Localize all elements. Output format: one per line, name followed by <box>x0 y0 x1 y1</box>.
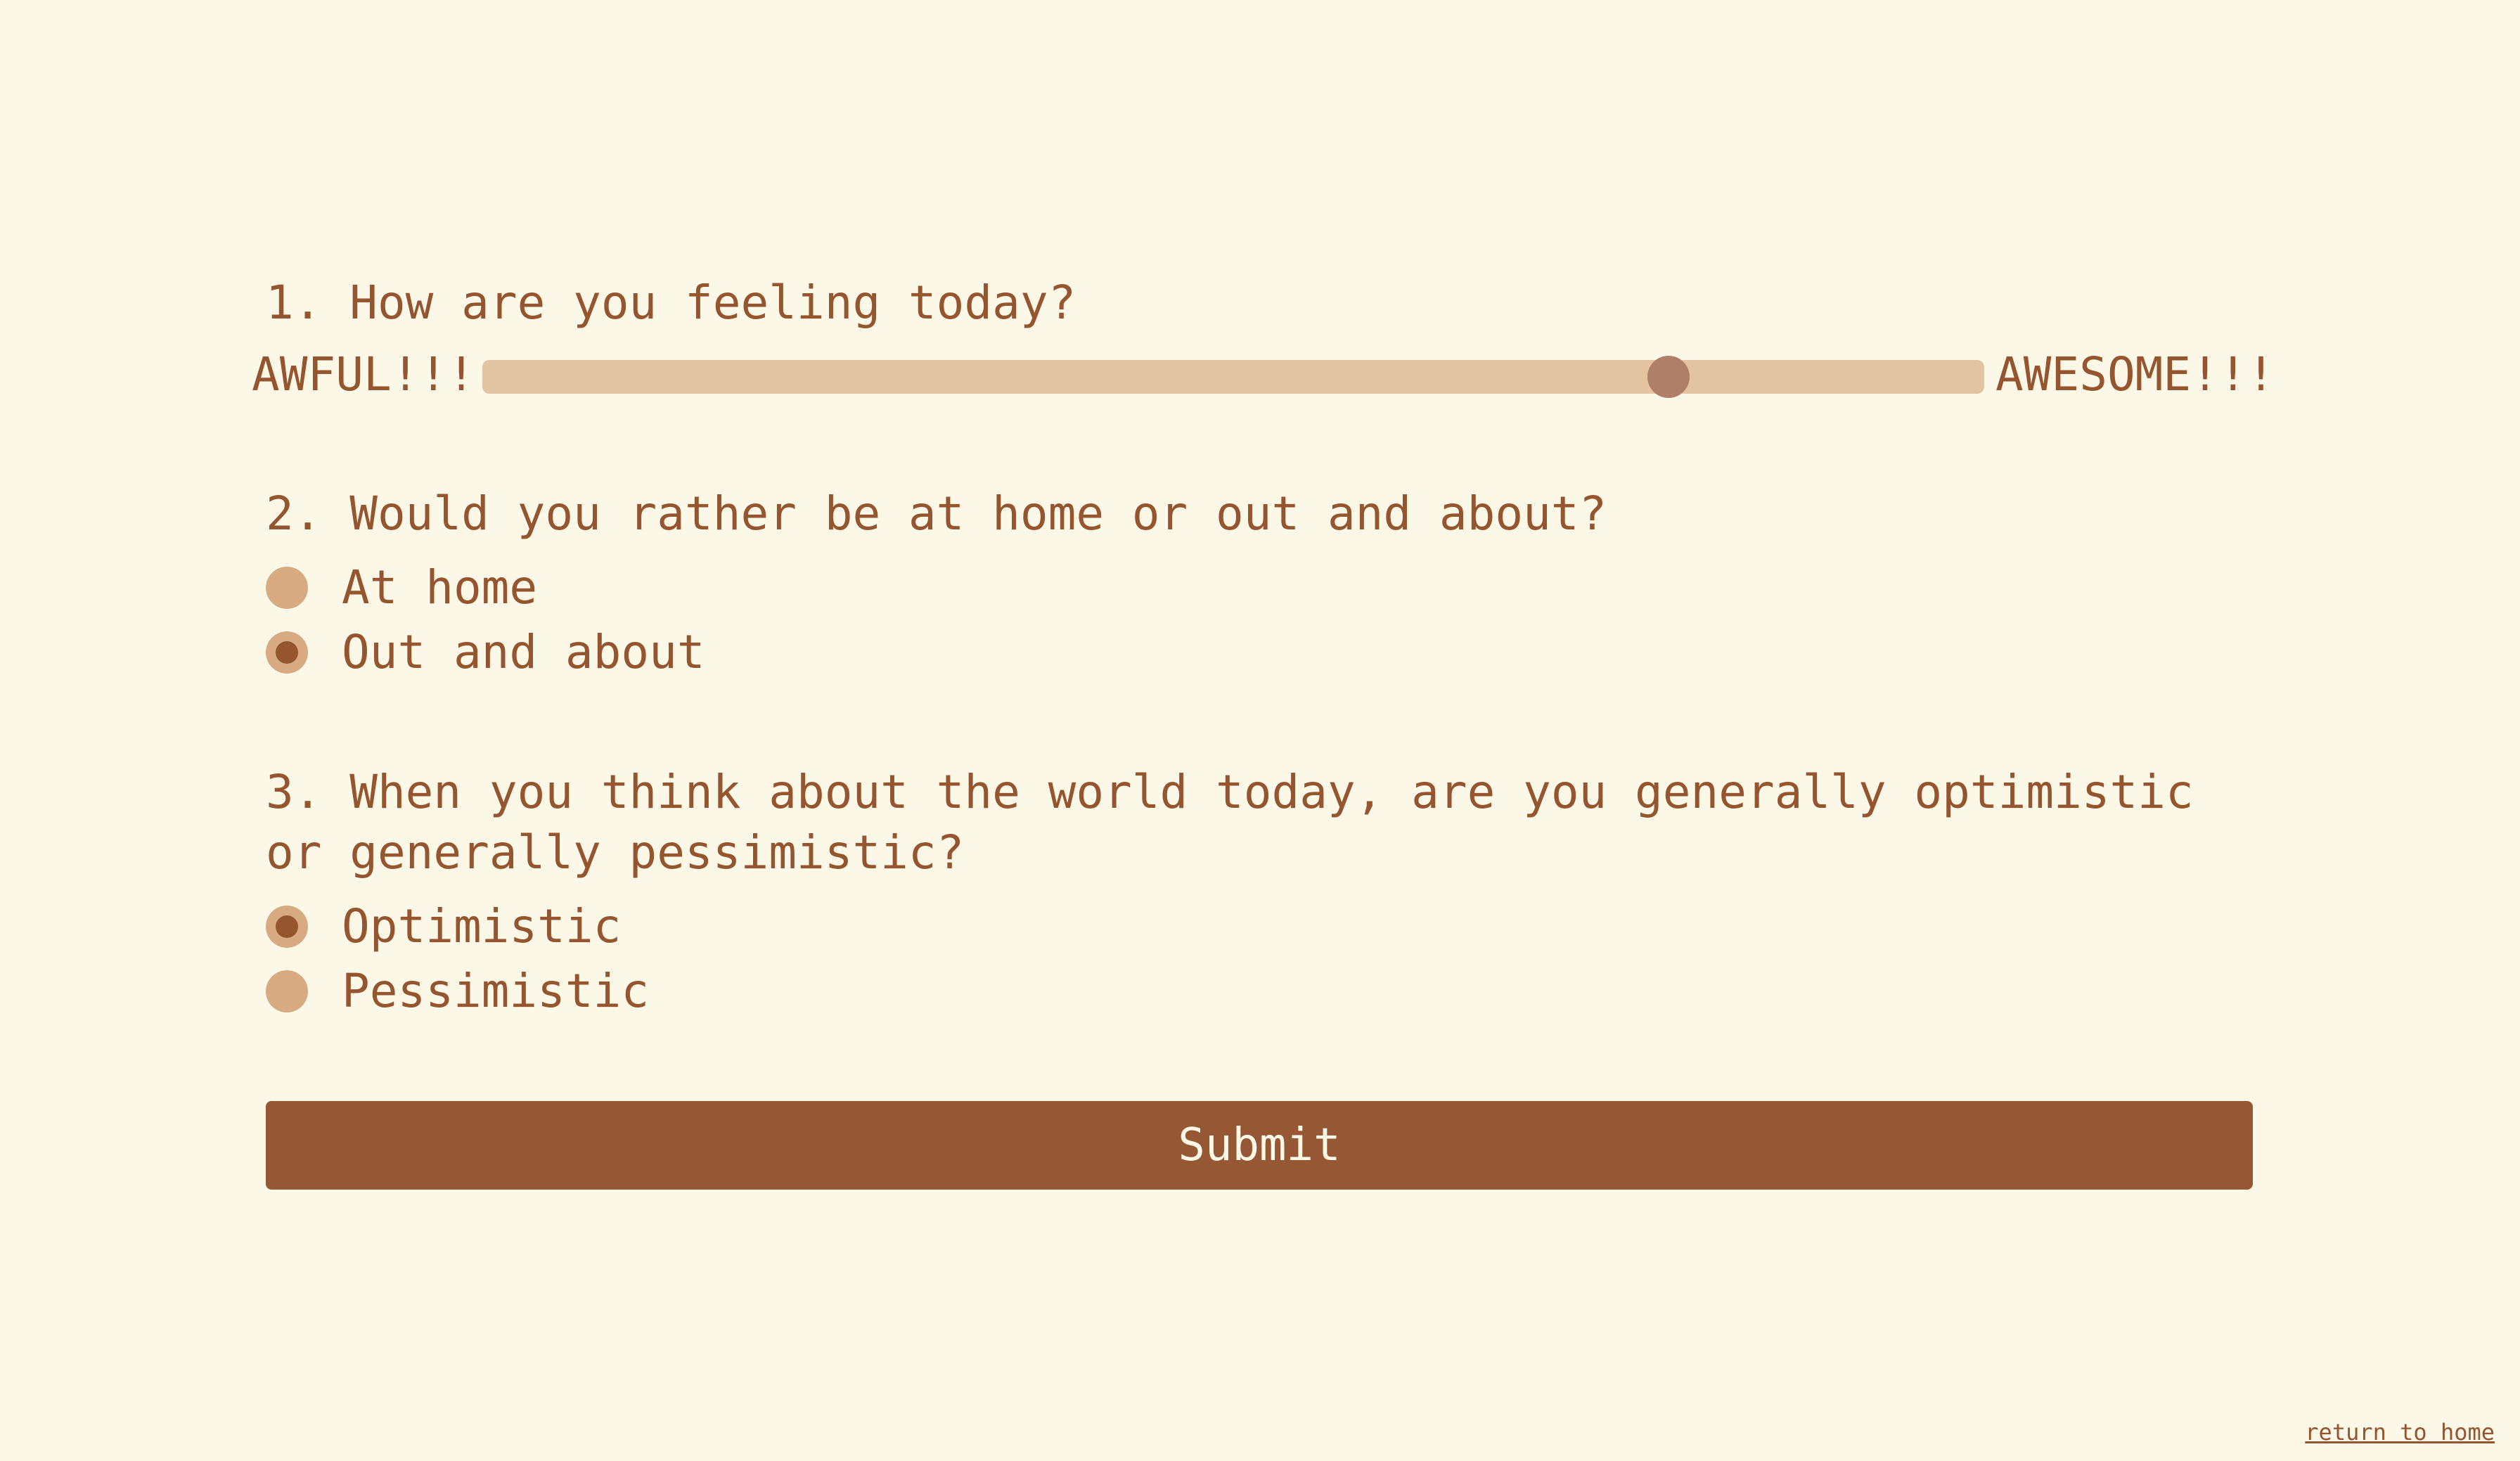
option-optimistic[interactable]: Optimistic <box>266 894 649 959</box>
feeling-slider-track[interactable] <box>482 356 1984 398</box>
option-at-home[interactable]: At home <box>266 555 705 620</box>
slider-max-label: AWESOME!!! <box>1995 347 2275 401</box>
question-3-text: 3. When you think about the world today,… <box>266 765 2194 880</box>
question-3-options: Optimistic Pessimistic <box>266 894 649 1024</box>
radio-button[interactable] <box>266 906 308 948</box>
feeling-slider-row: AWFUL!!! AWESOME!!! <box>252 343 2277 406</box>
slider-min-label: AWFUL!!! <box>252 347 475 401</box>
option-label: Pessimistic <box>342 964 650 1018</box>
submit-button[interactable]: Submit <box>266 1101 2253 1190</box>
question-2-text: 2. Would you rather be at home or out an… <box>266 487 1607 541</box>
option-label: Out and about <box>342 625 705 679</box>
option-pessimistic[interactable]: Pessimistic <box>266 959 649 1024</box>
option-label: At home <box>342 560 538 614</box>
radio-button[interactable] <box>266 567 308 609</box>
question-1-text: 1. How are you feeling today? <box>266 276 1076 330</box>
radio-button[interactable] <box>266 631 308 674</box>
option-label: Optimistic <box>342 899 622 953</box>
feeling-slider-thumb[interactable] <box>1647 356 1690 398</box>
question-2-options: At home Out and about <box>266 555 705 685</box>
radio-button[interactable] <box>266 970 308 1012</box>
return-home-link[interactable]: return to home <box>2305 1419 2495 1446</box>
option-out-and-about[interactable]: Out and about <box>266 620 705 685</box>
